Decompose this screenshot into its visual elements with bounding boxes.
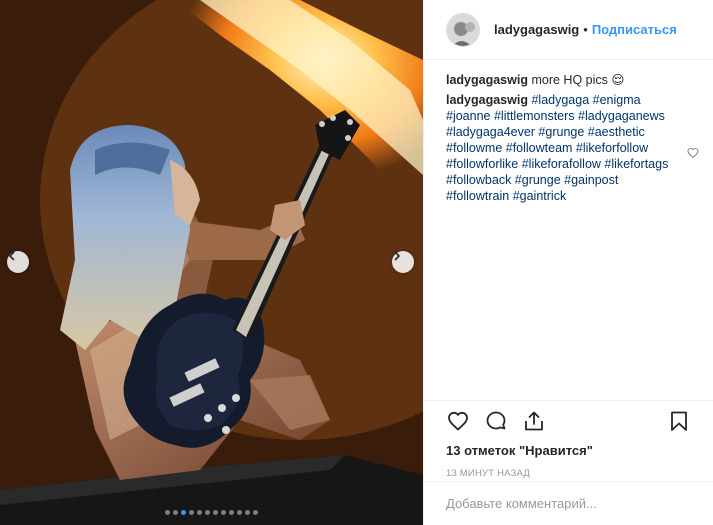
chevron-left-icon (9, 251, 15, 261)
save-button[interactable] (667, 409, 691, 433)
post-actions: 13 отметок "Нравится" 13 МИНУТ НАЗАД (424, 400, 713, 479)
carousel-dot (229, 510, 234, 515)
hashtag-block: ladygagaswig #ladygaga #enigma #joanne #… (446, 92, 686, 204)
comment-like-button[interactable] (687, 146, 699, 164)
caption-comment: ladygagaswig more HQ pics 😌 (446, 72, 691, 88)
like-button[interactable] (446, 409, 470, 433)
bookmark-icon (671, 411, 687, 431)
carousel-indicator (0, 510, 423, 515)
carousel-dot (205, 510, 210, 515)
hashtag-line[interactable]: #followback #grunge #gainpost (446, 173, 618, 187)
header-username[interactable]: ladygagaswig (494, 22, 579, 37)
carousel-dot (197, 510, 202, 515)
carousel-dot (213, 510, 218, 515)
post-photo (0, 0, 423, 525)
carousel-dot (237, 510, 242, 515)
post-side-panel: ladygagaswig • Подписаться ladygagaswig … (423, 0, 713, 525)
caption-username[interactable]: ladygagaswig (446, 73, 528, 87)
comments-section: ladygagaswig more HQ pics 😌 ladygagaswig… (424, 60, 713, 400)
post-media[interactable] (0, 0, 423, 525)
hashtag-line[interactable]: #followforlike #likeforafollow #likefort… (446, 157, 668, 171)
hashtag-line[interactable]: #joanne #littlemonsters #ladygaganews (446, 109, 665, 123)
share-button[interactable] (522, 409, 546, 433)
hashtag-line[interactable]: #ladygaga4ever #grunge #aesthetic (446, 125, 645, 139)
carousel-dot (181, 510, 186, 515)
hashtag-comment-username[interactable]: ladygagaswig (446, 93, 528, 107)
action-icons-row (446, 409, 691, 433)
post-header: ladygagaswig • Подписаться (424, 0, 713, 60)
carousel-dot (173, 510, 178, 515)
chevron-right-icon (394, 251, 400, 261)
instagram-post: ladygagaswig • Подписаться ladygagaswig … (0, 0, 713, 525)
comment-icon (486, 411, 506, 430)
post-timestamp[interactable]: 13 МИНУТ НАЗАД (446, 468, 691, 479)
hashtag-line[interactable]: #followtrain #gaintrick (446, 189, 566, 203)
carousel-dot (189, 510, 194, 515)
carousel-dot (253, 510, 258, 515)
avatar-image (447, 13, 479, 46)
caption-text: more HQ pics 😌 (531, 73, 625, 87)
add-comment-input[interactable]: Добавьте комментарий... (424, 481, 713, 525)
previous-slide-button[interactable] (7, 251, 29, 273)
share-icon (525, 411, 543, 431)
heart-icon (448, 411, 468, 431)
carousel-dot (245, 510, 250, 515)
small-heart-icon (687, 147, 699, 159)
follow-button[interactable]: Подписаться (592, 22, 677, 37)
comment-button[interactable] (484, 409, 508, 433)
header-separator: • (583, 22, 588, 37)
next-slide-button[interactable] (392, 251, 414, 273)
hashtag-line[interactable]: #followme #followteam #likeforfollow (446, 141, 648, 155)
hashtag-line[interactable]: #ladygaga #enigma (531, 93, 640, 107)
carousel-dot (165, 510, 170, 515)
carousel-dot (221, 510, 226, 515)
avatar[interactable] (446, 12, 480, 47)
likes-count[interactable]: 13 отметок "Нравится" (446, 443, 691, 458)
hashtag-comment: ladygagaswig #ladygaga #enigma #joanne #… (446, 92, 691, 204)
